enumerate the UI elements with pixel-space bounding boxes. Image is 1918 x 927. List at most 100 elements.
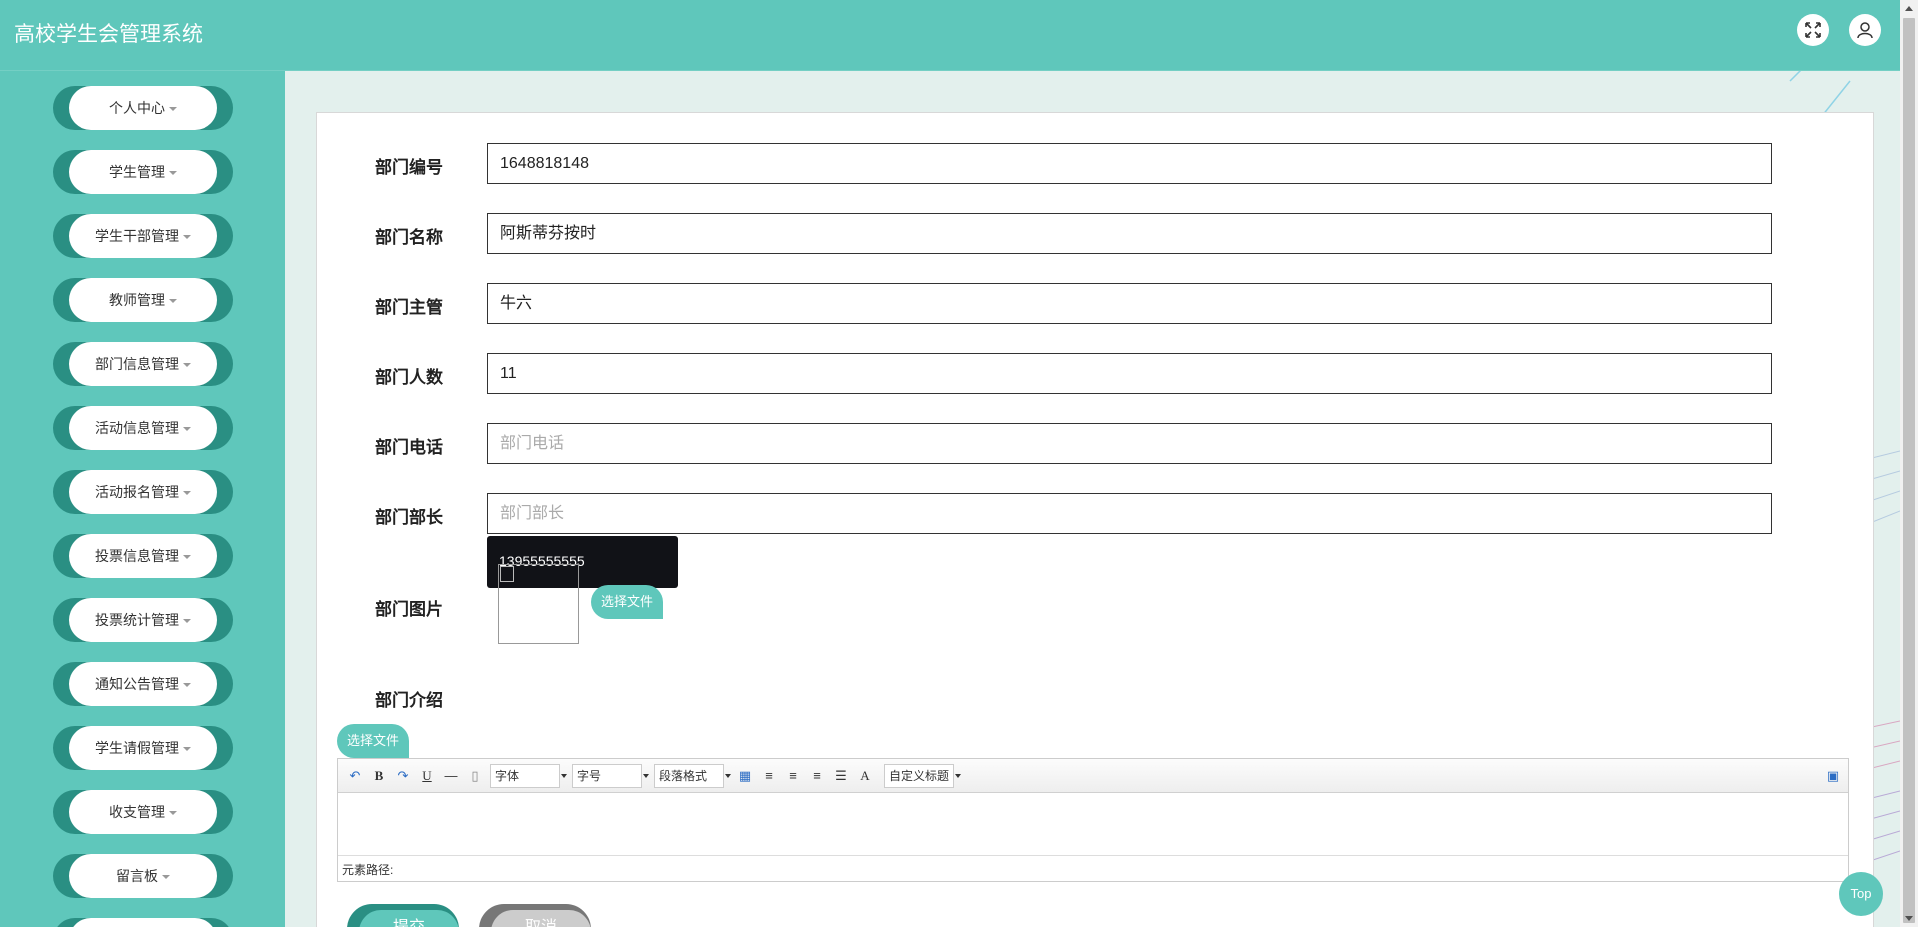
dept-head-label: 部门主管	[375, 298, 443, 317]
chevron-down-icon	[183, 555, 191, 559]
vertical-scrollbar[interactable]	[1900, 0, 1918, 927]
font-size-select[interactable]: 字号	[572, 763, 649, 788]
sidebar-item-label: 个人中心	[109, 100, 165, 116]
submit-button-label: 提交	[359, 910, 459, 927]
sidebar: 个人中心 学生管理 学生干部管理 教师管理 部门信息管理 活动信息管理 活动报名…	[0, 71, 285, 927]
sidebar-item-label: 活动信息管理	[95, 420, 179, 436]
dept-intro-label: 部门介绍	[375, 691, 443, 710]
sidebar-item-teachers[interactable]: 教师管理	[53, 278, 233, 322]
align-right-icon[interactable]: ≡	[784, 767, 802, 785]
chevron-down-icon	[183, 427, 191, 431]
form-row-dept-count: 部门人数 11	[317, 353, 1875, 395]
chevron-down-icon	[183, 235, 191, 239]
chevron-down-icon	[183, 363, 191, 367]
editor-content-area[interactable]	[338, 793, 1848, 855]
horizontal-rule-icon[interactable]: —	[442, 767, 460, 785]
back-to-top-button[interactable]: Top	[1839, 872, 1883, 916]
scroll-down-arrow-icon[interactable]	[1905, 916, 1913, 921]
scroll-up-arrow-icon[interactable]	[1905, 6, 1913, 11]
sidebar-item-label: 投票统计管理	[95, 612, 179, 628]
dept-image-upload-button[interactable]: 选择文件	[591, 585, 664, 619]
sidebar-item-vote-stats[interactable]: 投票统计管理	[53, 598, 233, 642]
scrollbar-thumb[interactable]	[1903, 18, 1915, 923]
top-header: 高校学生会管理系统	[0, 0, 1900, 71]
user-icon	[1857, 22, 1873, 39]
font-family-select[interactable]: 字体	[490, 763, 567, 788]
page-break-icon[interactable]: ▯	[466, 767, 484, 785]
align-center-icon[interactable]: ≡	[808, 767, 826, 785]
cancel-button[interactable]: 取消	[479, 904, 591, 927]
sidebar-item-label: 学生请假管理	[95, 740, 179, 756]
broken-image-icon	[500, 566, 514, 582]
dept-image-preview	[498, 564, 579, 644]
custom-title-select[interactable]: 自定义标题	[884, 763, 961, 788]
sidebar-item-more[interactable]	[53, 918, 233, 927]
sidebar-item-finance[interactable]: 收支管理	[53, 790, 233, 834]
sidebar-item-personal-center[interactable]: 个人中心	[53, 86, 233, 130]
dept-minister-label: 部门部长	[375, 508, 443, 527]
chevron-down-icon	[169, 299, 177, 303]
editor-element-path: 元素路径:	[338, 855, 1848, 881]
sidebar-item-label: 收支管理	[109, 804, 165, 820]
main-content: 部门编号 1648818148 部门名称 阿斯蒂芬按时 部门主管 牛六 部门人数…	[285, 71, 1900, 927]
chevron-down-icon	[183, 747, 191, 751]
form-card: 部门编号 1648818148 部门名称 阿斯蒂芬按时 部门主管 牛六 部门人数…	[316, 112, 1874, 927]
chevron-down-icon	[183, 619, 191, 623]
form-row-dept-no: 部门编号 1648818148	[317, 143, 1875, 185]
align-left-icon[interactable]: ≡	[760, 767, 778, 785]
paragraph-format-select[interactable]: 段落格式	[654, 763, 731, 788]
chevron-down-icon	[169, 811, 177, 815]
undo-icon[interactable]: ↶	[346, 767, 364, 785]
sidebar-item-leave[interactable]: 学生请假管理	[53, 726, 233, 770]
sidebar-item-label: 留言板	[116, 868, 158, 884]
redo-icon[interactable]: ↷	[394, 767, 412, 785]
sidebar-item-activities[interactable]: 活动信息管理	[53, 406, 233, 450]
cancel-button-label: 取消	[491, 910, 591, 927]
editor-toolbar: ↶ B ↷ U — ▯ 字体 字号 段落格式 ▦ ≡ ≡ ≡ ☰ A 自定义标题…	[338, 759, 1848, 793]
chevron-down-icon	[183, 491, 191, 495]
preview-icon[interactable]: ▣	[1824, 767, 1842, 785]
align-justify-icon[interactable]: ☰	[832, 767, 850, 785]
dept-name-label: 部门名称	[375, 228, 443, 247]
dept-phone-label: 部门电话	[375, 438, 443, 457]
sidebar-item-notices[interactable]: 通知公告管理	[53, 662, 233, 706]
font-color-button[interactable]: A	[856, 767, 874, 785]
sidebar-item-label: 学生管理	[109, 164, 165, 180]
dept-image-label: 部门图片	[375, 600, 443, 619]
table-icon[interactable]: ▦	[736, 767, 754, 785]
chevron-down-icon	[162, 875, 170, 879]
bold-button[interactable]: B	[370, 767, 388, 785]
form-row-dept-name: 部门名称 阿斯蒂芬按时	[317, 213, 1875, 255]
dept-count-input[interactable]: 11	[487, 353, 1772, 394]
app-title: 高校学生会管理系统	[14, 22, 203, 46]
dept-minister-input[interactable]: 部门部长	[487, 493, 1772, 534]
user-button[interactable]	[1849, 14, 1881, 46]
sidebar-item-label: 部门信息管理	[95, 356, 179, 372]
submit-button[interactable]: 提交	[347, 904, 459, 927]
sidebar-item-label: 教师管理	[109, 292, 165, 308]
sidebar-item-votes[interactable]: 投票信息管理	[53, 534, 233, 578]
fullscreen-icon	[1805, 22, 1821, 38]
rich-text-editor: ↶ B ↷ U — ▯ 字体 字号 段落格式 ▦ ≡ ≡ ≡ ☰ A 自定义标题…	[337, 758, 1849, 882]
sidebar-item-messages[interactable]: 留言板	[53, 854, 233, 898]
dept-intro-upload-button[interactable]: 选择文件	[337, 724, 410, 758]
fullscreen-button[interactable]	[1797, 14, 1829, 46]
form-row-dept-head: 部门主管 牛六	[317, 283, 1875, 325]
dept-phone-input[interactable]: 部门电话	[487, 423, 1772, 464]
dept-name-input[interactable]: 阿斯蒂芬按时	[487, 213, 1772, 254]
sidebar-item-student-cadres[interactable]: 学生干部管理	[53, 214, 233, 258]
sidebar-item-label: 投票信息管理	[95, 548, 179, 564]
form-row-dept-phone: 部门电话 部门电话	[317, 423, 1875, 465]
sidebar-item-activity-signups[interactable]: 活动报名管理	[53, 470, 233, 514]
underline-button[interactable]: U	[418, 767, 436, 785]
form-row-dept-minister: 部门部长 部门部长	[317, 493, 1875, 535]
sidebar-item-students[interactable]: 学生管理	[53, 150, 233, 194]
sidebar-item-label: 活动报名管理	[95, 484, 179, 500]
dept-no-label: 部门编号	[375, 158, 443, 177]
sidebar-item-departments[interactable]: 部门信息管理	[53, 342, 233, 386]
chevron-down-icon	[183, 683, 191, 687]
dept-head-input[interactable]: 牛六	[487, 283, 1772, 324]
chevron-down-icon	[169, 107, 177, 111]
dept-no-input[interactable]: 1648818148	[487, 143, 1772, 184]
sidebar-item-label: 学生干部管理	[95, 228, 179, 244]
